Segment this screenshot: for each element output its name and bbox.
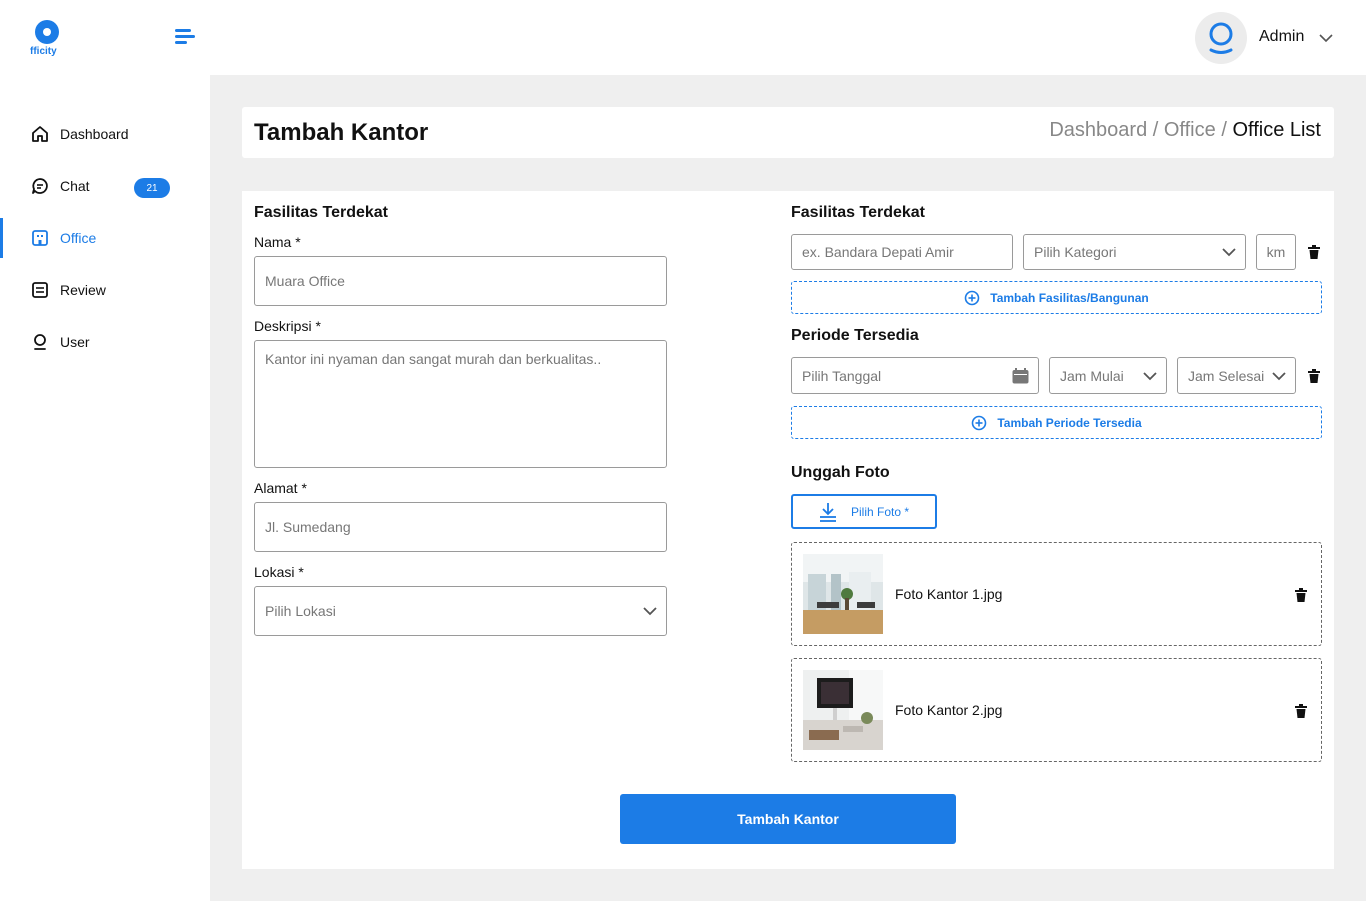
trash-icon[interactable] bbox=[1308, 245, 1320, 259]
breadcrumb-separator: / bbox=[1152, 119, 1159, 141]
logo-mark bbox=[35, 20, 59, 44]
sidebar-item-user[interactable]: User bbox=[0, 316, 210, 368]
sidebar-item-label: User bbox=[60, 334, 90, 350]
sidebar-item-label: Review bbox=[60, 282, 106, 298]
menu-toggle-icon[interactable] bbox=[175, 29, 195, 47]
period-date-input[interactable]: Pilih Tanggal bbox=[791, 357, 1039, 394]
chat-icon bbox=[31, 177, 49, 195]
photo-item: Foto Kantor 1.jpg bbox=[791, 542, 1322, 646]
top-header: Admin bbox=[210, 0, 1366, 75]
photo-file-name: Foto Kantor 1.jpg bbox=[895, 586, 1003, 602]
choose-photo-button[interactable]: Pilih Foto * bbox=[791, 494, 937, 529]
facility-category-placeholder: Pilih Kategori bbox=[1034, 244, 1117, 260]
address-input[interactable]: Jl. Sumedang bbox=[254, 502, 667, 552]
description-placeholder: Kantor ini nyaman dan sangat murah dan b… bbox=[265, 351, 602, 367]
choose-photo-label: Pilih Foto * bbox=[851, 504, 910, 519]
user-name[interactable]: Admin bbox=[1259, 28, 1304, 46]
office-icon bbox=[31, 229, 49, 247]
period-start-placeholder: Jam Mulai bbox=[1060, 367, 1124, 384]
sidebar-item-label: Office bbox=[60, 230, 97, 246]
facility-distance-input[interactable]: km bbox=[1256, 234, 1296, 270]
home-icon bbox=[31, 125, 49, 143]
photo-file-name: Foto Kantor 2.jpg bbox=[895, 702, 1003, 718]
add-period-button[interactable]: Tambah Periode Tersedia bbox=[791, 406, 1322, 439]
chevron-down-icon bbox=[1143, 371, 1157, 380]
breadcrumb-current: Office List bbox=[1232, 119, 1321, 141]
add-facility-label: Tambah Fasilitas/Bangunan bbox=[990, 290, 1149, 305]
page-header-card: Tambah Kantor Dashboard / Office / Offic… bbox=[242, 107, 1334, 158]
location-select[interactable]: Pilih Lokasi bbox=[254, 586, 667, 636]
name-input[interactable]: Muara Office bbox=[254, 256, 667, 306]
trash-icon[interactable] bbox=[1295, 588, 1307, 602]
chevron-down-icon bbox=[1272, 371, 1286, 380]
logo[interactable]: fficity bbox=[30, 20, 70, 57]
photo-item: Foto Kantor 2.jpg bbox=[791, 658, 1322, 762]
sidebar-item-label: Dashboard bbox=[60, 126, 129, 142]
plus-circle-icon bbox=[971, 415, 987, 431]
sidebar-item-chat[interactable]: Chat 21 bbox=[0, 160, 210, 212]
chat-count-badge: 21 bbox=[134, 178, 170, 198]
period-end-select[interactable]: Jam Selesai bbox=[1177, 357, 1296, 394]
address-label: Alamat * bbox=[254, 480, 307, 496]
period-end-placeholder: Jam Selesai bbox=[1188, 367, 1265, 384]
name-placeholder: Muara Office bbox=[265, 273, 345, 289]
trash-icon[interactable] bbox=[1308, 369, 1320, 383]
sidebar-item-dashboard[interactable]: Dashboard bbox=[0, 108, 210, 160]
add-facility-button[interactable]: Tambah Fasilitas/Bangunan bbox=[791, 281, 1322, 314]
download-icon bbox=[819, 502, 837, 522]
period-start-select[interactable]: Jam Mulai bbox=[1049, 357, 1167, 394]
calendar-icon[interactable] bbox=[1012, 368, 1029, 384]
location-placeholder: Pilih Lokasi bbox=[265, 603, 336, 619]
user-icon bbox=[31, 333, 49, 351]
chevron-down-icon[interactable] bbox=[1318, 30, 1334, 51]
breadcrumb-separator: / bbox=[1221, 119, 1227, 141]
facilities-section-title: Fasilitas Terdekat bbox=[791, 204, 925, 221]
left-section-title: Fasilitas Terdekat bbox=[254, 204, 388, 221]
description-label: Deskripsi * bbox=[254, 318, 321, 334]
plus-circle-icon bbox=[964, 290, 980, 306]
name-label: Nama * bbox=[254, 234, 301, 250]
sidebar: fficity Dashboard Chat 21 Office Review … bbox=[0, 0, 210, 901]
add-period-label: Tambah Periode Tersedia bbox=[997, 415, 1142, 430]
upload-section-title: Unggah Foto bbox=[791, 464, 890, 481]
facility-name-input[interactable]: ex. Bandara Depati Amir bbox=[791, 234, 1013, 270]
trash-icon[interactable] bbox=[1295, 704, 1307, 718]
period-section-title: Periode Tersedia bbox=[791, 327, 919, 344]
facility-name-placeholder: ex. Bandara Depati Amir bbox=[802, 244, 954, 260]
sidebar-item-label: Chat bbox=[60, 178, 90, 194]
sidebar-nav: Dashboard Chat 21 Office Review User bbox=[0, 108, 210, 368]
office-form-card: Fasilitas Terdekat Nama * Muara Office D… bbox=[242, 191, 1334, 869]
facility-category-select[interactable]: Pilih Kategori bbox=[1023, 234, 1246, 270]
breadcrumb: Dashboard / Office / Office List bbox=[1049, 119, 1321, 142]
sidebar-item-office[interactable]: Office bbox=[0, 212, 210, 264]
breadcrumb-dashboard[interactable]: Dashboard bbox=[1049, 119, 1147, 141]
submit-button[interactable]: Tambah Kantor bbox=[620, 794, 956, 844]
review-icon bbox=[31, 281, 49, 299]
sidebar-item-review[interactable]: Review bbox=[0, 264, 210, 316]
facility-distance-placeholder: km bbox=[1266, 244, 1286, 260]
address-placeholder: Jl. Sumedang bbox=[265, 519, 351, 535]
page-title: Tambah Kantor bbox=[254, 119, 429, 146]
chevron-down-icon bbox=[1222, 248, 1236, 257]
location-label: Lokasi * bbox=[254, 564, 304, 580]
user-avatar-icon bbox=[1209, 22, 1233, 54]
avatar[interactable] bbox=[1195, 12, 1247, 64]
logo-text: fficity bbox=[30, 46, 57, 57]
photo-thumbnail bbox=[803, 670, 883, 750]
period-date-placeholder: Pilih Tanggal bbox=[802, 367, 882, 384]
description-textarea[interactable]: Kantor ini nyaman dan sangat murah dan b… bbox=[254, 340, 667, 468]
chevron-down-icon bbox=[643, 607, 657, 616]
photo-thumbnail bbox=[803, 554, 883, 634]
breadcrumb-office[interactable]: Office bbox=[1164, 119, 1216, 141]
